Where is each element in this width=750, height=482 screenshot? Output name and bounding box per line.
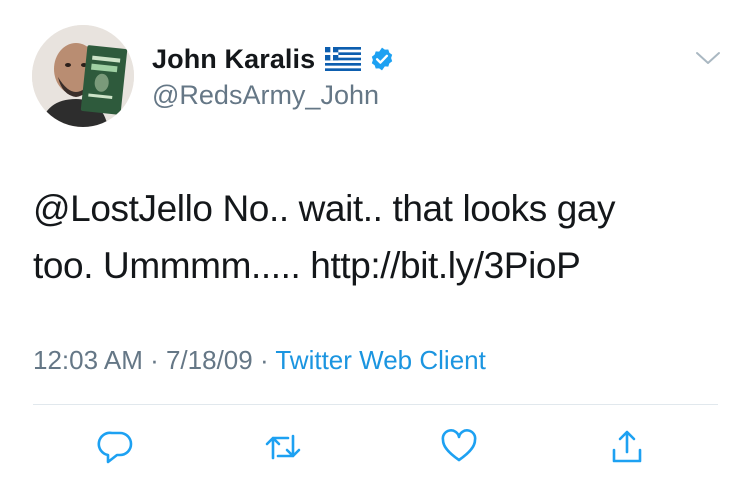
- tweet-time[interactable]: 12:03 AM: [33, 345, 143, 375]
- tweet-text-line1: @LostJello No.. wait.. that looks gay: [33, 188, 616, 229]
- verified-badge-icon: [369, 46, 395, 72]
- retweet-button[interactable]: [261, 425, 305, 469]
- share-button[interactable]: [605, 425, 649, 469]
- meta-separator: ·: [142, 345, 166, 375]
- author-name-row[interactable]: John Karalis: [152, 42, 395, 76]
- share-icon: [612, 430, 642, 463]
- tweet-date[interactable]: 7/18/09: [166, 345, 253, 375]
- meta-separator: ·: [252, 345, 276, 375]
- tweet-meta: 12:03 AM · 7/18/09 · Twitter Web Client: [33, 345, 486, 376]
- tweet-card: John Karalis @RedsArmy_John @LostJello N…: [0, 0, 750, 482]
- display-name[interactable]: John Karalis: [152, 44, 315, 75]
- avatar-image: [32, 25, 134, 127]
- greece-flag-icon: [325, 47, 362, 71]
- reply-icon: [97, 431, 133, 464]
- action-bar: [0, 425, 750, 475]
- tweet-text: @LostJello No.. wait.. that looks gay to…: [33, 180, 723, 294]
- tweet-source[interactable]: Twitter Web Client: [275, 345, 485, 375]
- tweet-text-line2-prefix: too. Ummmm.....: [33, 245, 301, 286]
- like-button[interactable]: [437, 425, 481, 469]
- divider: [33, 404, 718, 405]
- heart-icon: [441, 429, 477, 462]
- avatar[interactable]: [32, 25, 134, 127]
- chevron-down-icon[interactable]: [694, 48, 722, 68]
- tweet-link[interactable]: http://bit.ly/3PioP: [310, 245, 580, 286]
- tweet-text-line2: too. Ummmm..... http://bit.ly/3PioP: [33, 237, 723, 294]
- retweet-icon: [265, 434, 301, 460]
- reply-button[interactable]: [94, 425, 138, 469]
- user-handle[interactable]: @RedsArmy_John: [152, 80, 379, 111]
